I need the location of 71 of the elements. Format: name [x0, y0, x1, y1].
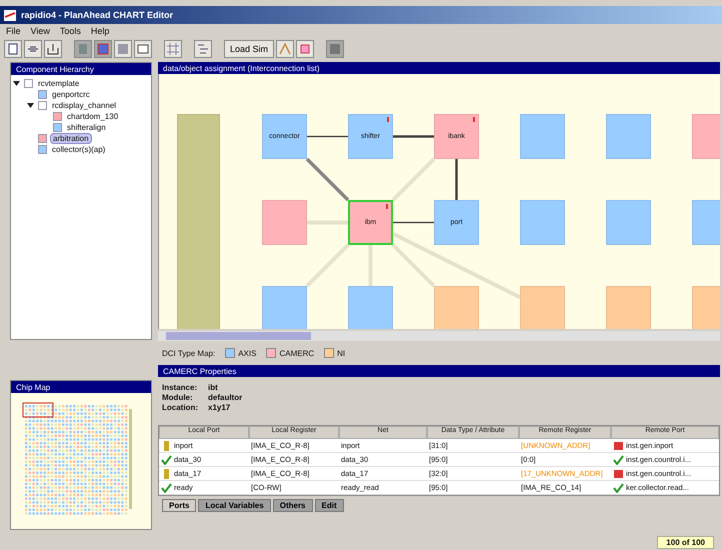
horizontal-scrollbar[interactable]	[158, 331, 720, 341]
scrollbar-thumb[interactable]	[166, 332, 311, 340]
diagram-node[interactable]	[606, 200, 651, 245]
property-value: x1y17	[208, 403, 230, 412]
tool-icon	[298, 42, 312, 56]
diagram-node[interactable]	[520, 286, 565, 329]
legend-item: NI	[337, 348, 346, 358]
toolbar-button[interactable]	[24, 40, 42, 58]
toolbar-button[interactable]	[134, 40, 152, 58]
property-label: Location:	[162, 403, 199, 412]
tree-item[interactable]: genportcrc	[50, 90, 92, 99]
tree-item[interactable]: arbitration	[50, 133, 92, 144]
diagram-node[interactable]	[348, 286, 393, 329]
diagram-node[interactable]	[520, 114, 565, 159]
diagram-node[interactable]	[520, 200, 565, 245]
toolbar-button[interactable]	[44, 40, 62, 58]
tree-item[interactable]: chartdom_130	[65, 112, 120, 121]
legend-item: AXIS	[238, 348, 256, 358]
tool-icon	[96, 42, 110, 56]
property-value: defaultor	[208, 393, 242, 402]
connector-line	[393, 222, 434, 224]
menu-item[interactable]: Tools	[60, 26, 81, 36]
status-count: 100 of 100	[657, 536, 714, 548]
window-title: rapidio4 - PlanAhead CHART Editor	[21, 10, 174, 20]
expander-icon[interactable]	[27, 102, 35, 109]
diagram-node[interactable]	[262, 200, 307, 245]
diagram-node[interactable]	[606, 114, 651, 159]
diagram-node[interactable]	[262, 286, 307, 329]
diagram-node[interactable]	[606, 286, 651, 329]
diagram-node[interactable]	[434, 286, 479, 329]
tab[interactable]: Others	[272, 499, 313, 512]
tool-icon	[136, 42, 150, 56]
tool-icon	[46, 42, 60, 56]
tree-item[interactable]: rcdisplay_channel	[50, 101, 118, 110]
expander-icon[interactable]	[13, 80, 21, 87]
column-bar[interactable]	[177, 114, 220, 329]
tool-icon	[6, 42, 20, 56]
connector-line	[306, 244, 350, 288]
property-value: ibt	[208, 383, 218, 392]
tree-item[interactable]: shifteralign	[65, 123, 108, 132]
connector-line	[393, 135, 434, 138]
panel-title: Chip Map	[16, 382, 50, 392]
property-label: Module:	[162, 393, 194, 402]
panel-title: data/object assignment (Interconnection list)	[163, 64, 320, 72]
connector-line	[306, 158, 350, 202]
tab[interactable]: Ports	[162, 499, 196, 512]
property-label: Instance:	[162, 383, 198, 392]
connector-line	[455, 159, 458, 200]
connector-line	[392, 158, 436, 202]
toolbar-button[interactable]	[4, 40, 22, 58]
tool-icon	[76, 42, 90, 56]
tree-item[interactable]: collector(s)(ap)	[50, 145, 108, 154]
tab[interactable]: Edit	[314, 499, 344, 512]
menu-item[interactable]: File	[6, 26, 21, 36]
legend-label: DCI Type Map:	[162, 348, 216, 358]
tool-icon	[166, 42, 180, 56]
panel-title: CAMERC Properties	[163, 366, 236, 376]
tool-icon	[278, 42, 292, 56]
connector-line	[307, 136, 348, 138]
menu-item[interactable]: Help	[90, 26, 110, 36]
app-icon	[4, 10, 16, 20]
tool-icon	[196, 42, 210, 56]
stop-icon	[328, 42, 342, 56]
tool-icon	[116, 42, 130, 56]
menu-item[interactable]: View	[30, 26, 50, 36]
legend-item: CAMERC	[279, 348, 314, 358]
tab[interactable]: Local Variables	[198, 499, 271, 512]
load-button[interactable]: Load Sim	[224, 40, 274, 58]
panel-title: Component Hierarchy	[16, 64, 94, 74]
tree-item[interactable]: rcvtemplate	[36, 79, 82, 88]
toolbar-button[interactable]	[194, 40, 212, 58]
